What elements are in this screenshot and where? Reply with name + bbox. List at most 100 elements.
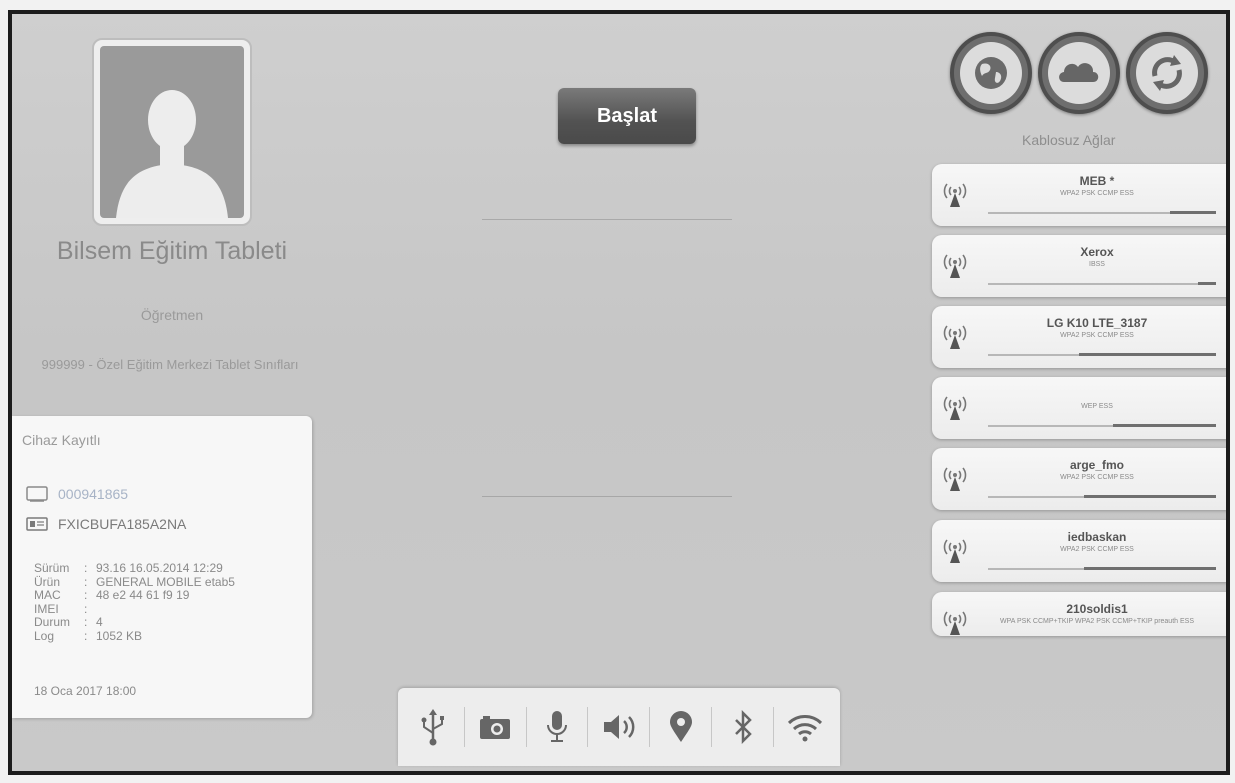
info-row: Sürüm:93.16 16.05.2014 12:29 — [34, 561, 235, 576]
info-key: Durum — [34, 615, 71, 629]
info-key: IMEI — [34, 601, 59, 616]
wifi-ssid: iedbaskan — [1067, 530, 1127, 544]
device-status-title: Cihaz Kayıtlı — [22, 432, 101, 448]
info-key: Sürüm — [34, 561, 70, 575]
usb-icon-graphic — [421, 709, 445, 746]
wifi-ssid: Xerox — [1080, 245, 1114, 259]
device-info-card: Cihaz Kayıtlı 000941865 FXICBUFA185A2NA … — [12, 416, 312, 718]
bluetooth-icon[interactable] — [723, 707, 763, 747]
location-icon-graphic — [669, 711, 692, 742]
wifi-icon[interactable] — [785, 707, 825, 747]
info-row: Log:1052 KB — [34, 628, 235, 644]
camera-icon-graphic — [480, 716, 511, 739]
scan-line — [482, 219, 732, 220]
wifi-network-item[interactable]: iedbaskan WPA2 PSK CCMP ESS — [932, 520, 1226, 582]
wifi-antenna-icon — [943, 467, 967, 491]
serial-row: 000941865 — [26, 486, 128, 502]
info-separator: : — [84, 601, 88, 616]
wifi-network-item[interactable]: Xerox IBSS — [932, 235, 1226, 297]
wifi-ssid: MEB * — [1079, 174, 1115, 188]
wifi-signal-bar — [988, 567, 1216, 570]
wifi-antenna-icon — [943, 611, 967, 635]
speaker-icon[interactable] — [599, 707, 639, 747]
wifi-security: WEP ESS — [1081, 403, 1113, 410]
wifi-antenna-icon — [943, 539, 967, 563]
wifi-signal-fill — [1084, 567, 1216, 570]
location-icon[interactable] — [661, 707, 701, 747]
wifi-signal-bar — [988, 211, 1216, 214]
info-separator: : — [84, 628, 88, 643]
info-row: Ürün: GENERAL MOBILE etab5 — [34, 574, 235, 590]
info-value: 4 — [96, 615, 103, 629]
info-value: GENERAL MOBILE etab5 — [96, 574, 235, 589]
user-name: Bilsem Eğitim Tableti — [56, 237, 288, 265]
scan-line — [482, 496, 732, 497]
cloud-button[interactable] — [1038, 32, 1120, 114]
wifi-network-item[interactable]: arge_fmo WPA2 PSK CCMP ESS — [932, 448, 1226, 510]
wifi-ssid: 210soldis1 — [1066, 602, 1128, 616]
wifi-network-item[interactable]: MEB * WPA2 PSK CCMP ESS — [932, 164, 1226, 226]
separator — [773, 707, 775, 747]
wifi-security: WPA PSK CCMP+TKIP WPA2 PSK CCMP+TKIP pre… — [1000, 618, 1194, 625]
separator — [711, 707, 713, 747]
wifi-section-title: Kablosuz Ağlar — [1022, 132, 1116, 148]
speaker-icon-graphic — [603, 715, 635, 739]
wifi-antenna-icon — [943, 325, 967, 349]
info-separator: : — [84, 561, 88, 575]
wifi-signal-fill — [1113, 424, 1216, 427]
wifi-antenna-icon — [943, 396, 967, 420]
separator — [463, 707, 465, 747]
wifi-security: IBSS — [1089, 261, 1105, 268]
wifi-signal-fill — [1079, 353, 1216, 356]
info-key: Ürün — [34, 574, 61, 589]
device-serial: 000941865 — [58, 486, 129, 502]
info-value: 1052 KB — [96, 628, 143, 643]
user-role: Öğretmen — [140, 307, 204, 323]
wifi-icon-graphic — [787, 715, 822, 742]
wifi-network-item[interactable]: 210soldis1 WPA PSK CCMP+TKIP WPA2 PSK CCM… — [932, 592, 1226, 636]
device-info-list: Sürüm:93.16 16.05.2014 12:29 Ürün: GENERA… — [34, 561, 235, 644]
usb-icon[interactable] — [413, 707, 453, 747]
info-value: 48 e2 44 61 f9 19 — [96, 588, 190, 602]
status-bar — [398, 688, 840, 766]
wifi-signal-fill — [1198, 282, 1216, 285]
microphone-icon-graphic — [547, 711, 568, 742]
device-id-row: FXICBUFA185A2NA — [26, 516, 186, 532]
wifi-signal-bar — [988, 495, 1216, 498]
wifi-security: WPA2 PSK CCMP ESS — [1060, 190, 1134, 197]
wifi-signal-bar — [988, 282, 1216, 285]
separator — [587, 707, 589, 747]
wifi-signal-bar — [988, 424, 1216, 427]
tablet-icon — [26, 486, 48, 502]
refresh-button[interactable] — [1126, 32, 1208, 114]
globe-icon — [975, 57, 1007, 89]
wifi-network-item[interactable]: LG K10 LTE_3187 WPA2 PSK CCMP ESS — [932, 306, 1226, 368]
wifi-antenna-icon — [943, 254, 967, 278]
person-silhouette-icon — [100, 46, 244, 218]
info-row: Durum:4 — [34, 615, 235, 630]
wifi-signal-fill — [1170, 211, 1216, 214]
wifi-security: WPA2 PSK CCMP ESS — [1060, 474, 1134, 481]
bluetooth-icon-graphic — [734, 710, 752, 744]
info-key: Log — [34, 628, 55, 643]
separator — [525, 707, 527, 747]
info-row: IMEI: — [34, 601, 235, 617]
info-separator: : — [84, 615, 88, 629]
wifi-network-item[interactable]: WEP ESS — [932, 377, 1226, 439]
wifi-ssid: arge_fmo — [1069, 458, 1125, 472]
camera-icon[interactable] — [475, 707, 515, 747]
wifi-security: WPA2 PSK CCMP ESS — [1060, 332, 1134, 339]
last-sync-date: 18 Oca 2017 18:00 — [34, 684, 137, 698]
separator — [649, 707, 651, 747]
globe-button[interactable] — [950, 32, 1032, 114]
wifi-security: WPA2 PSK CCMP ESS — [1060, 546, 1134, 553]
info-row: MAC:48 e2 44 61 f9 19 — [34, 588, 235, 603]
organization-name: 999999 - Özel Eğitim Merkezi Tablet Sını… — [41, 357, 299, 372]
wifi-signal-fill — [1084, 495, 1216, 498]
id-card-icon — [26, 517, 48, 531]
device-id: FXICBUFA185A2NA — [58, 516, 187, 532]
start-button[interactable]: Başlat — [558, 88, 696, 144]
info-separator: : — [84, 574, 88, 589]
microphone-icon[interactable] — [537, 707, 577, 747]
info-key: MAC — [34, 588, 61, 602]
